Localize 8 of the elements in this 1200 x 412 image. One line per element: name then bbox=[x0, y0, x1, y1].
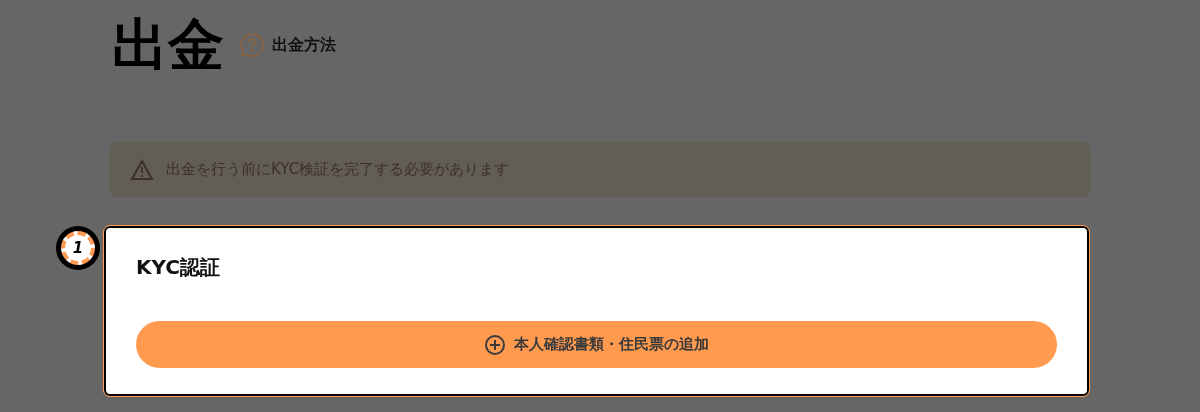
plus-circle-icon bbox=[484, 333, 506, 356]
step-number: 1 bbox=[61, 231, 95, 265]
page-title: 出金 bbox=[112, 17, 224, 73]
card-title: KYC認証 bbox=[136, 254, 221, 281]
add-document-button[interactable]: 本人確認書類・住民票の追加 bbox=[136, 321, 1057, 368]
warning-icon bbox=[130, 158, 154, 181]
question-bubble-icon bbox=[238, 31, 266, 59]
help-link[interactable]: 出金方法 bbox=[238, 31, 336, 59]
